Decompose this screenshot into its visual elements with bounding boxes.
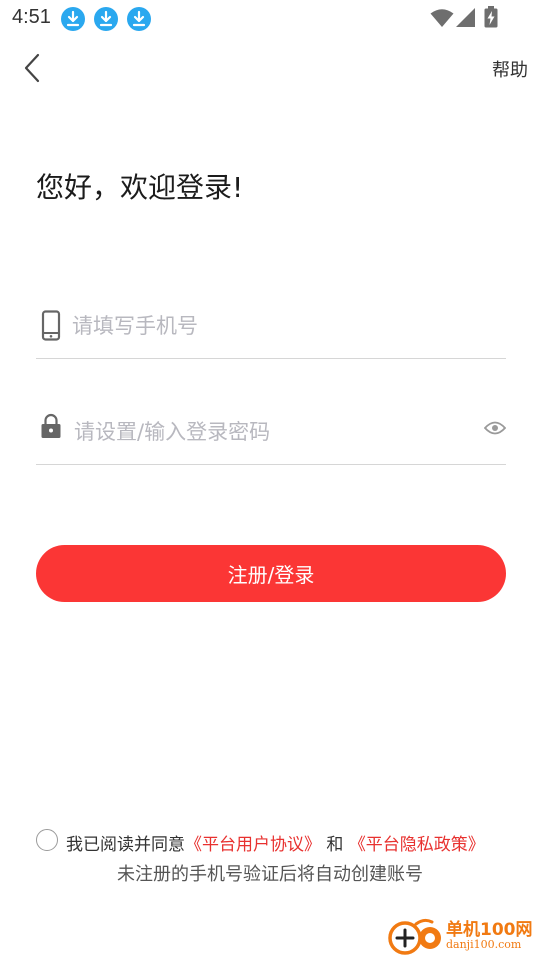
download-icon — [61, 7, 85, 31]
agreement-prefix: 我已阅读并同意 — [66, 835, 185, 855]
agreement-checkbox[interactable] — [36, 829, 58, 851]
phone-icon — [41, 310, 61, 341]
agreement-conjunction: 和 — [326, 835, 344, 855]
top-bar: 帮助 — [0, 40, 540, 96]
download-icon — [94, 7, 118, 31]
back-button[interactable] — [16, 50, 52, 86]
watermark-logo-icon — [388, 918, 441, 955]
cell-signal-icon — [456, 8, 475, 27]
password-field — [36, 404, 506, 465]
auto-register-hint: 未注册的手机号验证后将自动创建账号 — [117, 864, 423, 885]
phone-field — [36, 298, 506, 359]
watermark-title: 单机100网 — [446, 920, 533, 940]
phone-input[interactable] — [72, 306, 472, 346]
privacy-policy-link[interactable]: 《平台隐私政策》 — [349, 835, 485, 855]
help-link[interactable]: 帮助 — [492, 56, 528, 82]
status-bar: 4:51 — [0, 0, 540, 36]
agreement-text: 我已阅读并同意《平台用户协议》 和 《平台隐私政策》 — [66, 830, 485, 855]
watermark: 单机100网 danji100.com — [386, 914, 536, 958]
user-agreement-link[interactable]: 《平台用户协议》 — [185, 835, 321, 855]
login-button[interactable]: 注册/登录 — [36, 545, 506, 602]
chevron-left-icon — [24, 53, 40, 83]
page-title: 您好，欢迎登录! — [36, 171, 244, 204]
status-time: 4:51 — [12, 6, 51, 28]
password-input[interactable] — [74, 412, 474, 452]
battery-charging-icon — [484, 6, 498, 28]
download-icon — [127, 7, 151, 31]
wifi-icon — [430, 9, 454, 27]
agreement-row: 我已阅读并同意《平台用户协议》 和 《平台隐私政策》 — [36, 828, 506, 855]
lock-icon — [41, 413, 61, 438]
eye-icon[interactable] — [484, 420, 506, 436]
watermark-url: danji100.com — [446, 938, 522, 951]
